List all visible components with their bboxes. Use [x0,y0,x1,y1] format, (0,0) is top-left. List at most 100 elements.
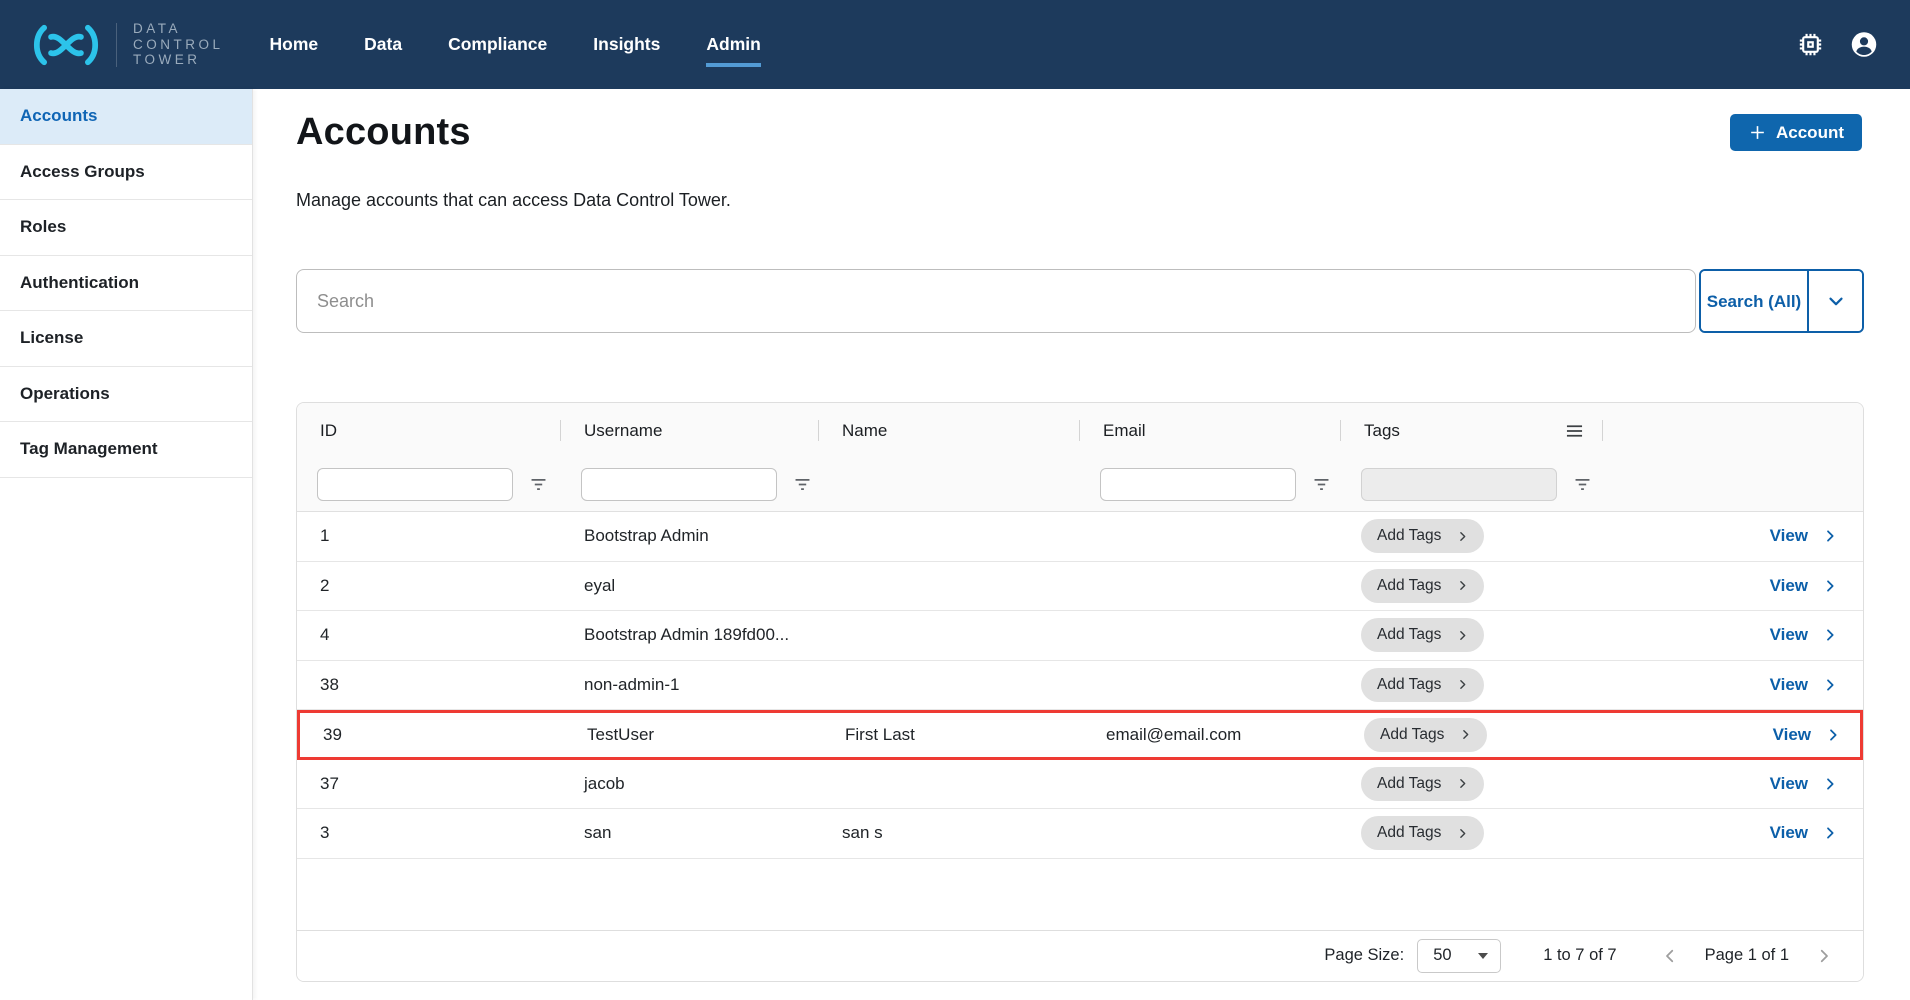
top-navbar: DATA CONTROL TOWER Home Data Compliance … [0,0,1910,89]
add-tags-button[interactable]: Add Tags [1361,816,1484,850]
chevron-right-icon [1456,579,1469,592]
column-header-email[interactable]: Email [1080,403,1341,458]
chevron-right-icon [1459,728,1472,741]
cell-username: TestUser [564,725,822,745]
nav-data[interactable]: Data [364,24,402,65]
add-tags-button[interactable]: Add Tags [1361,767,1484,801]
filter-icon[interactable] [794,478,811,491]
sidebar-item-authentication[interactable]: Authentication [0,256,252,312]
next-page-icon[interactable] [1815,947,1833,965]
brand-line: CONTROL [133,37,224,53]
table-row[interactable]: 38 non-admin-1 Add Tags View [297,661,1863,711]
table-row[interactable]: 2 eyal Add Tags View [297,562,1863,612]
main-content: Accounts Manage accounts that can access… [253,89,1910,1000]
plus-icon [1748,123,1767,142]
page-size-label: Page Size: [1324,946,1404,965]
add-tags-button[interactable]: Add Tags [1361,569,1484,603]
page-size-value: 50 [1433,946,1451,965]
table-empty-space [297,859,1863,930]
cell-name: san s [819,823,1080,843]
view-link[interactable]: View [1770,625,1838,645]
chevron-right-icon [1456,629,1469,642]
email-filter-input[interactable] [1100,468,1296,501]
column-header-name[interactable]: Name [819,403,1080,458]
nav-home[interactable]: Home [270,24,319,65]
add-account-label: Account [1776,123,1844,143]
column-header-username[interactable]: Username [561,403,819,458]
id-filter-input[interactable] [317,468,513,501]
dct-logo-icon [28,22,104,68]
page-title: Accounts [296,111,1864,154]
main-nav: Home Data Compliance Insights Admin [270,24,761,65]
previous-page-icon[interactable] [1661,947,1679,965]
sidebar-item-operations[interactable]: Operations [0,367,252,423]
table-row[interactable]: 37 jacob Add Tags View [297,760,1863,810]
nav-compliance[interactable]: Compliance [448,24,547,65]
chevron-right-icon [1825,727,1841,743]
chevron-right-icon [1456,678,1469,691]
cell-id: 3 [297,823,561,843]
column-header-id[interactable]: ID [297,403,561,458]
view-link[interactable]: View [1770,526,1838,546]
table-row[interactable]: 3 san san s Add Tags View [297,809,1863,859]
username-filter-input[interactable] [581,468,777,501]
add-tags-button[interactable]: Add Tags [1361,618,1484,652]
brand-line: DATA [133,21,224,37]
chevron-right-icon [1822,528,1838,544]
pagination-range: 1 to 7 of 7 [1543,946,1616,965]
column-menu-icon[interactable] [1566,424,1583,438]
add-tags-button[interactable]: Add Tags [1364,718,1487,752]
sidebar-item-access-groups[interactable]: Access Groups [0,145,252,201]
search-input[interactable] [296,269,1696,333]
search-options-dropdown[interactable] [1807,271,1862,331]
nav-insights[interactable]: Insights [593,24,660,65]
column-header-actions [1603,403,1864,458]
view-link[interactable]: View [1773,725,1841,745]
filter-icon[interactable] [530,478,547,491]
table-row-highlighted[interactable]: 39 TestUser First Last email@email.com A… [297,710,1863,760]
sidebar-item-roles[interactable]: Roles [0,200,252,256]
api-chip-icon[interactable] [1796,31,1824,59]
view-link[interactable]: View [1770,675,1838,695]
pagination-bar: Page Size: 50 1 to 7 of 7 Page 1 of 1 [297,930,1863,981]
nav-admin[interactable]: Admin [706,24,760,65]
filter-icon[interactable] [1574,478,1591,491]
add-tags-button[interactable]: Add Tags [1361,668,1484,702]
table-header-row: ID Username Name Email Tags [297,403,1863,458]
chevron-right-icon [1822,825,1838,841]
cell-username: non-admin-1 [561,675,819,695]
chevron-right-icon [1822,578,1838,594]
sidebar-item-tag-management[interactable]: Tag Management [0,422,252,478]
cell-username: Bootstrap Admin [561,526,819,546]
table-row[interactable]: 4 Bootstrap Admin 189fd00... Add Tags Vi… [297,611,1863,661]
view-link[interactable]: View [1770,823,1838,843]
column-header-tags[interactable]: Tags [1341,403,1603,458]
cell-email: email@email.com [1083,725,1344,745]
cell-username: jacob [561,774,819,794]
sidebar-item-license[interactable]: License [0,311,252,367]
cell-username: Bootstrap Admin 189fd00... [561,625,819,645]
tags-filter-input [1361,468,1557,501]
cell-id: 37 [297,774,561,794]
brand-logo: DATA CONTROL TOWER [28,21,224,68]
chevron-right-icon [1456,827,1469,840]
cell-username: eyal [561,576,819,596]
page-subtitle: Manage accounts that can access Data Con… [296,190,1864,211]
table-filter-row [297,458,1863,512]
filter-icon[interactable] [1313,478,1330,491]
view-link[interactable]: View [1770,576,1838,596]
search-all-button[interactable]: Search (All) [1701,271,1807,331]
chevron-right-icon [1456,530,1469,543]
add-account-button[interactable]: Account [1730,114,1862,151]
cell-name: First Last [822,725,1083,745]
cell-id: 4 [297,625,561,645]
cell-id: 39 [300,725,564,745]
chevron-right-icon [1822,627,1838,643]
user-account-icon[interactable] [1850,31,1878,59]
table-row[interactable]: 1 Bootstrap Admin Add Tags View [297,512,1863,562]
page-size-select[interactable]: 50 [1417,939,1501,973]
brand-text: DATA CONTROL TOWER [133,21,224,68]
view-link[interactable]: View [1770,774,1838,794]
sidebar-item-accounts[interactable]: Accounts [0,89,252,145]
add-tags-button[interactable]: Add Tags [1361,519,1484,553]
